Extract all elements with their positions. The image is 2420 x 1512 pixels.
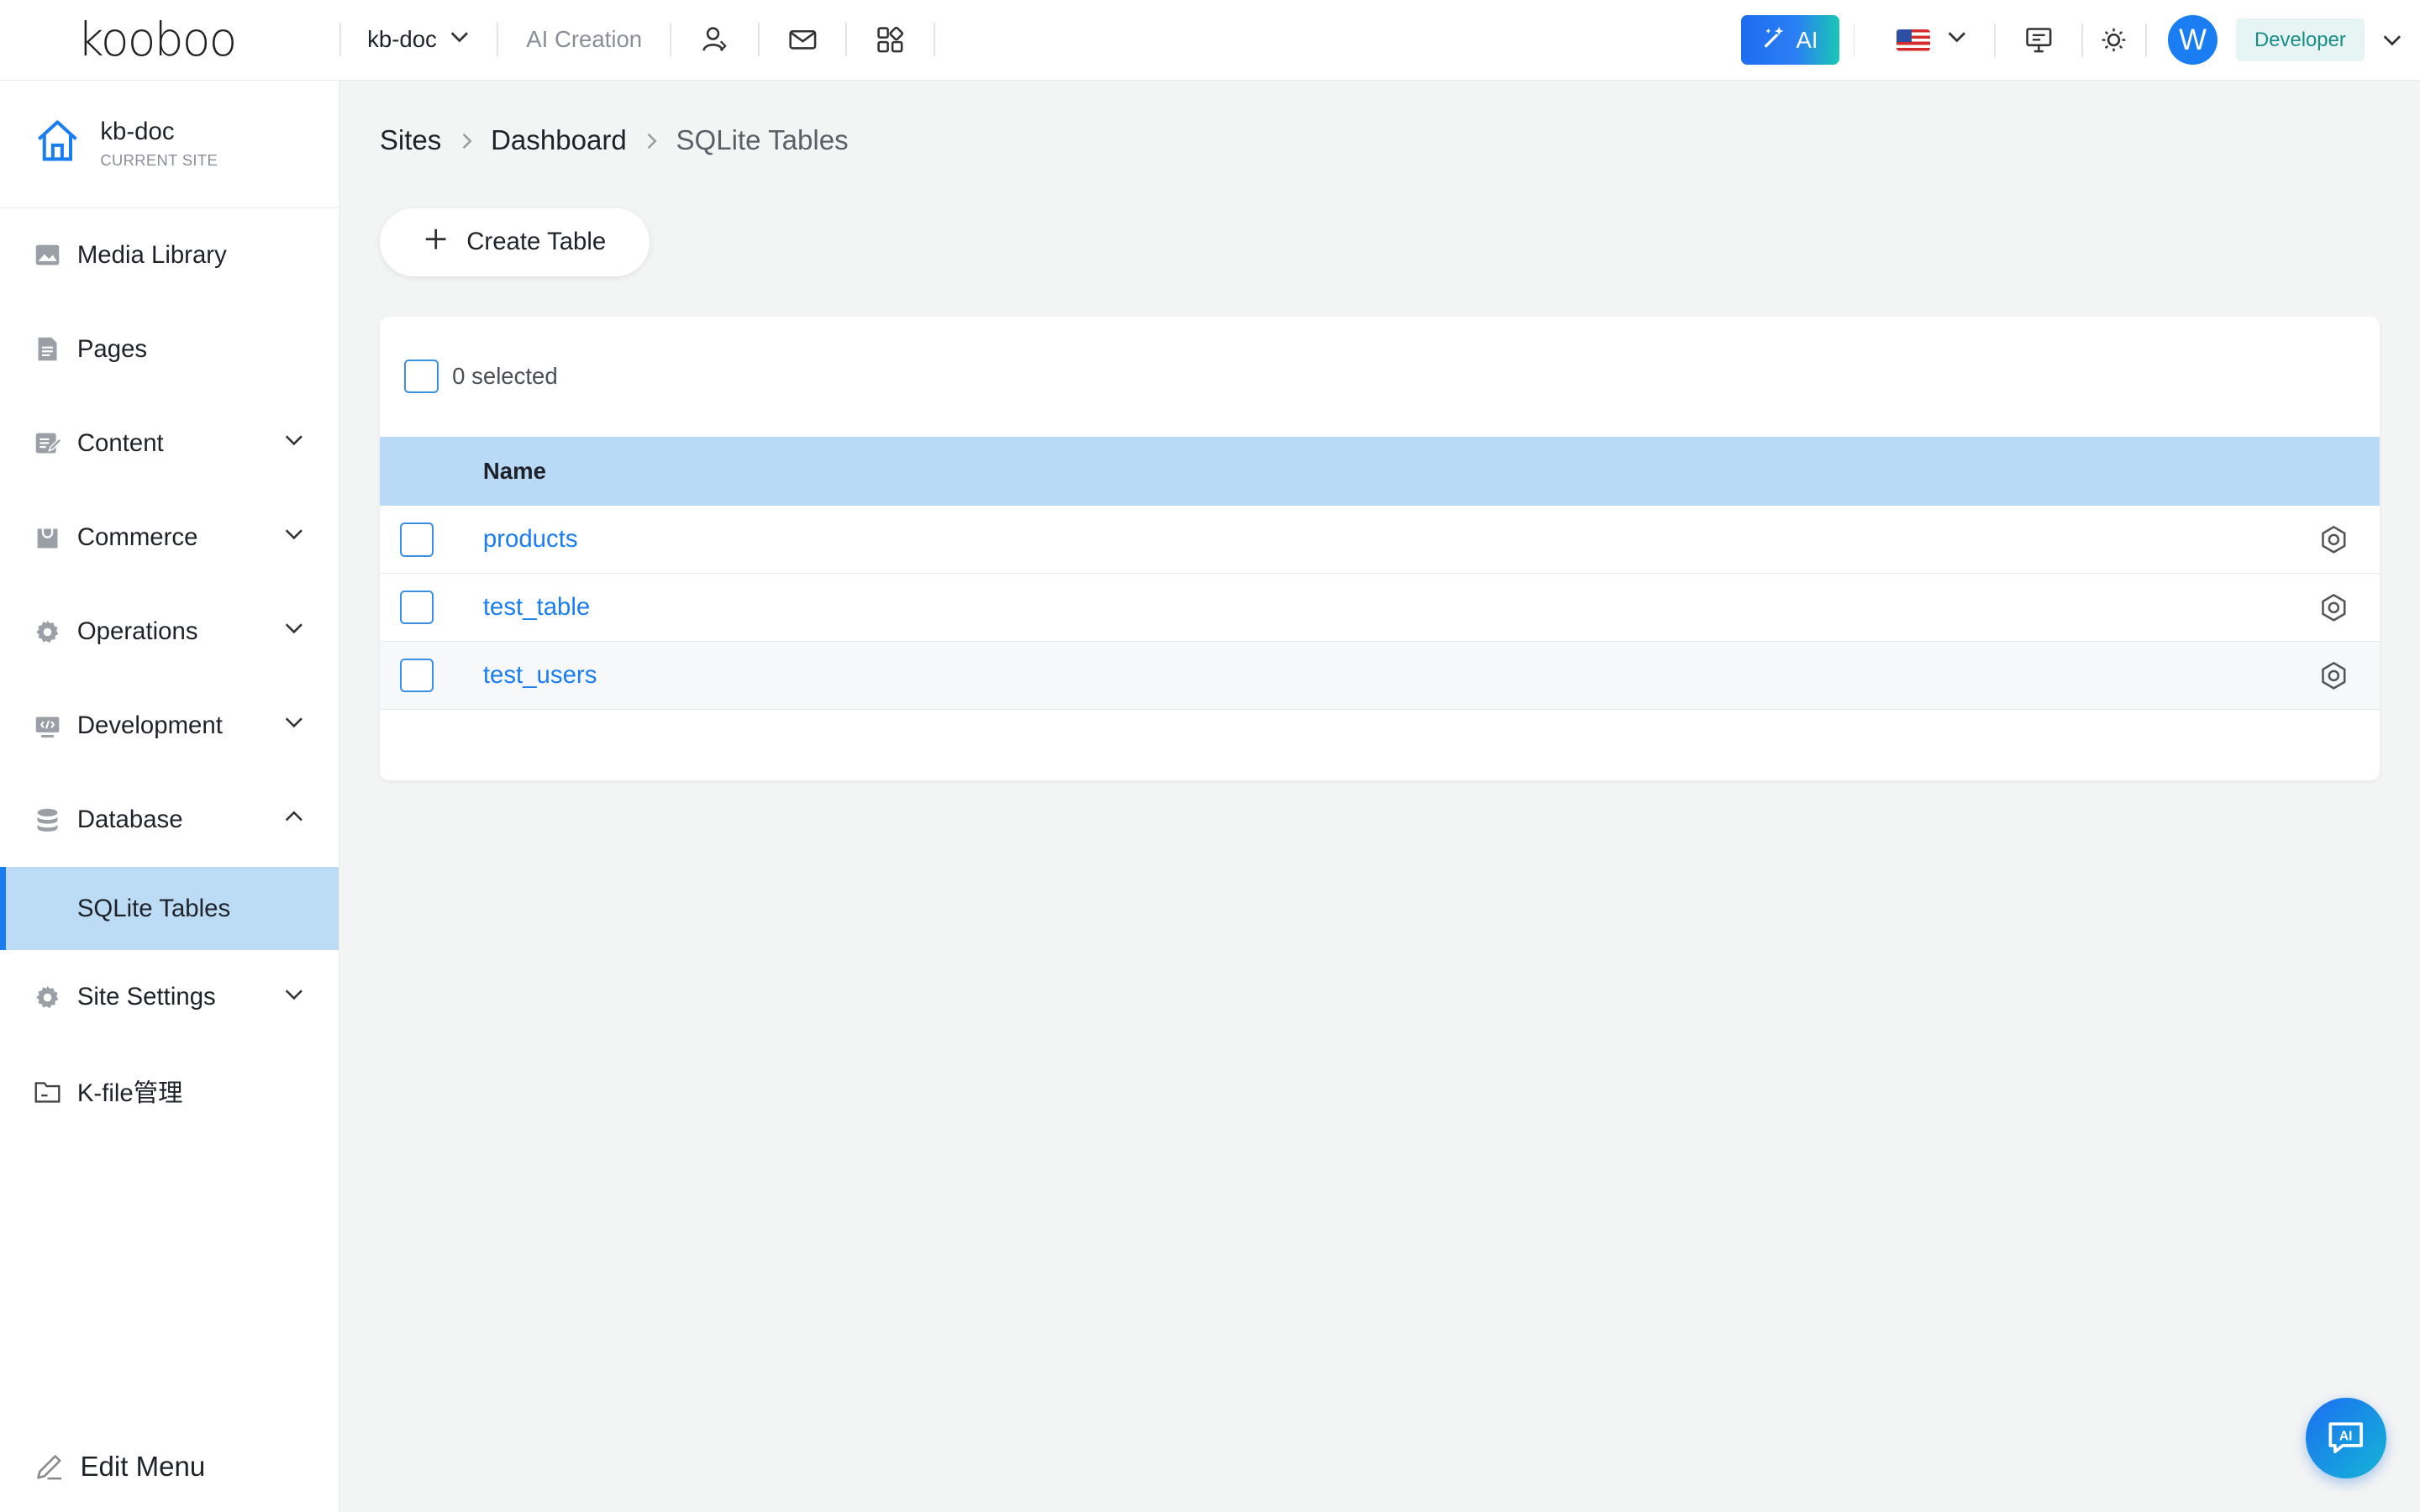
sidebar-item-label: Pages [76,334,148,363]
chevron-down-icon [283,523,305,552]
chevron-down-icon [1946,26,1968,55]
chevron-down-icon [283,429,305,458]
mail-icon[interactable] [760,0,846,80]
sidebar-item-commerce[interactable]: Commerce [0,491,339,585]
pencil-icon [34,1452,65,1483]
sidebar-item-label: Operations [76,617,198,646]
ai-chat-button[interactable]: AI [2306,1398,2386,1478]
apps-grid-icon[interactable] [847,0,934,80]
chat-bubble-icon: AI [2328,1422,2363,1454]
table-row: test_table [379,574,2381,643]
chevron-down-icon [283,617,305,646]
language-selector[interactable] [1854,0,1993,81]
divider [934,23,935,57]
main-content: Sites Dashboard SQLite Tables Create Tab… [379,81,2381,781]
ai-creation-link[interactable]: AI Creation [498,26,670,53]
sidebar-subitem-sqlite-tables[interactable]: SQLite Tables [0,867,339,951]
settings-gear-icon[interactable] [2318,592,2349,623]
user-icon[interactable] [671,0,758,80]
sidebar-item-database[interactable]: Database [0,773,339,867]
column-header-name: Name [482,458,546,485]
current-site[interactable]: kb-doc CURRENT SITE [0,81,339,208]
chevron-down-icon[interactable] [2365,0,2420,81]
select-all-checkbox[interactable] [404,359,439,394]
magic-wand-icon [1762,25,1786,55]
sun-icon[interactable] [2083,0,2144,81]
settings-gear-icon[interactable] [2318,524,2349,555]
table-row: test_users [379,642,2381,710]
sidebar-item-k-file[interactable]: K-file管理 [0,1044,339,1138]
sidebar-item-label: Content [76,429,164,458]
current-site-name: kb-doc [100,118,175,146]
breadcrumb-sites[interactable]: Sites [380,125,441,157]
site-switcher[interactable]: kb-doc [341,0,497,80]
breadcrumb: Sites Dashboard SQLite Tables [380,81,2380,202]
gear-icon [34,618,61,646]
breadcrumb-dashboard[interactable]: Dashboard [491,125,627,157]
sidebar-item-label: Development [76,711,223,740]
ai-chat-label: AI [2339,1430,2353,1444]
plus-icon [424,227,448,258]
table-row: products [379,506,2381,575]
chevron-up-icon [283,806,305,834]
top-bar-right: AI W Developer [1740,0,2420,81]
create-table-label: Create Table [466,228,607,256]
role-badge[interactable]: Developer [2236,18,2365,62]
row-checkbox[interactable] [399,590,434,625]
folder-icon [34,1078,61,1105]
database-icon [34,806,61,834]
table-header: Name [379,436,2381,507]
breadcrumb-current: SQLite Tables [676,125,849,157]
sidebar-nav: Media Library Pages Content Commerce Ope… [0,208,339,1138]
avatar[interactable]: W [2168,15,2217,66]
ai-button-label: AI [1796,26,1818,53]
row-checkbox[interactable] [399,658,434,693]
home-icon [33,116,82,172]
sidebar-item-label: Media Library [76,240,227,269]
chevron-down-icon [449,26,471,54]
page-icon [34,335,61,363]
ai-button[interactable]: AI [1740,15,1840,66]
sidebar-item-label: Database [76,806,183,834]
chevron-down-icon [283,983,305,1011]
sidebar-item-label: Site Settings [76,983,216,1011]
sidebar-item-development[interactable]: Development [0,679,339,773]
row-checkbox[interactable] [399,522,434,557]
selection-bar: 0 selected [380,317,2380,437]
edit-menu-label: Edit Menu [80,1451,206,1483]
tables-card: 0 selected Name products test_table test… [379,316,2381,781]
us-flag-icon [1897,29,1931,51]
edit-menu-button[interactable]: Edit Menu [0,1422,338,1512]
chevron-right-icon [459,132,474,150]
presentation-icon[interactable] [1996,0,2082,81]
sidebar-item-media-library[interactable]: Media Library [0,208,339,302]
gear-icon [34,984,61,1011]
top-bar: kooboo kb-doc AI Creation AI W Developer [0,0,2420,81]
chevron-down-icon [283,711,305,740]
sidebar-item-label: Commerce [76,523,198,552]
sidebar: kb-doc CURRENT SITE Media Library Pages [0,80,340,1512]
current-site-label: CURRENT SITE [100,150,218,169]
sidebar-item-pages[interactable]: Pages [0,302,339,396]
table-name-link[interactable]: test_users [483,661,597,690]
sidebar-item-operations[interactable]: Operations [0,585,339,679]
create-table-button[interactable]: Create Table [379,207,650,276]
code-icon [34,712,61,740]
sidebar-item-site-settings[interactable]: Site Settings [0,950,339,1044]
kooboo-logo[interactable]: kooboo [0,0,339,80]
settings-gear-icon[interactable] [2318,660,2349,691]
table-name-link[interactable]: test_table [483,593,590,622]
sidebar-item-content[interactable]: Content [0,396,339,491]
table-name-link[interactable]: products [483,525,578,554]
chevron-right-icon [644,132,659,150]
image-icon [34,241,61,269]
content-icon [34,429,62,457]
site-switcher-label: kb-doc [367,26,437,53]
selected-count: 0 selected [452,363,558,390]
sidebar-item-label: K-file管理 [76,1079,183,1108]
commerce-icon [34,524,61,552]
divider [2144,23,2147,57]
